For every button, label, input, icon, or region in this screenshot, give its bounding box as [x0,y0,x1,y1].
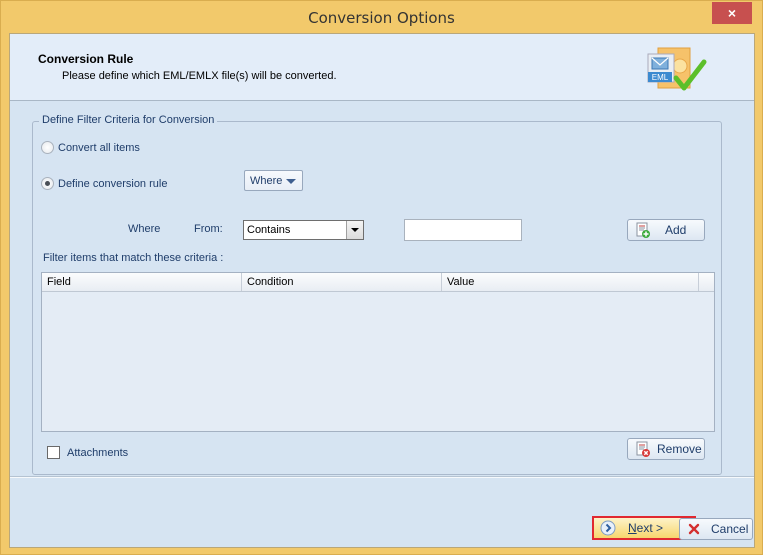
svg-text:EML: EML [652,73,669,82]
column-header-value[interactable]: Value [442,273,699,291]
convert-all-radio[interactable]: Convert all items [41,141,140,154]
grid-header: Field Condition Value [42,273,714,292]
next-arrow-icon [600,520,616,536]
column-header-field[interactable]: Field [42,273,242,291]
condition-select-value: Contains [247,224,291,236]
column-header-filler [699,273,714,291]
attachments-label: Attachments [67,446,129,459]
radio-label: Define conversion rule [58,177,168,190]
remove-button-label: Remove [657,442,702,456]
add-button-label: Add [665,223,687,237]
chevron-down-icon [286,179,296,184]
close-icon: × [727,5,737,21]
group-label: Define Filter Criteria for Conversion [39,114,218,126]
condition-select[interactable]: Contains [243,220,364,240]
checkbox-box[interactable] [47,446,60,459]
cancel-x-icon [688,523,700,535]
close-button[interactable]: × [712,2,752,24]
where-dropdown[interactable]: Where [244,170,303,191]
conversion-options-dialog: Conversion Options × Conversion Rule Ple… [0,0,763,555]
where-label: Where [128,223,161,235]
next-button-label: Next > [628,521,664,535]
add-button[interactable]: Add [627,219,705,241]
add-document-icon [636,222,650,238]
attachments-checkbox[interactable]: Attachments [47,446,128,459]
define-rule-radio[interactable]: Define conversion rule [41,177,167,190]
page-subtitle: Please define which EML/EMLX file(s) wil… [62,70,337,82]
window-title: Conversion Options [308,9,455,27]
wizard-header: Conversion Rule Please define which EML/… [10,34,754,101]
cancel-button[interactable]: Cancel [679,518,753,540]
radio-label: Convert all items [58,141,140,154]
dialog-client-area: Conversion Rule Please define which EML/… [9,33,755,548]
title-bar: Conversion Options × [1,1,762,33]
radio-button[interactable] [41,141,54,154]
filter-criteria-group: Define Filter Criteria for Conversion Co… [32,114,722,475]
from-label: From: [194,223,223,235]
cancel-button-label: Cancel [711,522,749,536]
radio-button[interactable] [41,177,54,190]
criteria-grid[interactable]: Field Condition Value [41,272,715,432]
remove-document-icon [636,441,650,457]
dropdown-arrow-icon[interactable] [346,221,363,239]
value-input[interactable] [404,219,522,241]
page-title: Conversion Rule [38,52,134,66]
remove-button[interactable]: Remove [627,438,705,460]
where-dropdown-value: Where [250,175,283,187]
column-header-condition[interactable]: Condition [242,273,442,291]
eml-conversion-icon: EML [647,47,707,91]
filter-items-label: Filter items that match these criteria : [43,252,224,264]
footer-divider [10,476,754,478]
